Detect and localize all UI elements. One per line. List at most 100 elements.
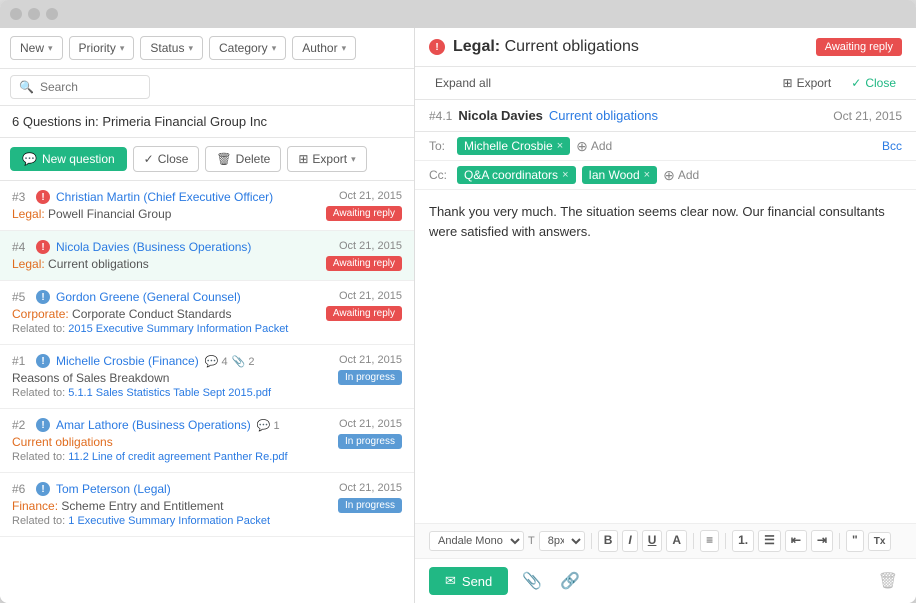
add-to-button[interactable]: ⊕ Add: [576, 138, 612, 155]
q-date-6: Oct 21, 2015: [339, 482, 402, 494]
check-icon: ✓: [144, 152, 154, 166]
status-filter-btn[interactable]: Status ▾: [140, 36, 203, 60]
category-filter-btn[interactable]: Category ▾: [209, 36, 286, 60]
attach-button[interactable]: 📎: [518, 567, 546, 595]
indent-left-button[interactable]: ⇤: [785, 530, 807, 552]
bold-button[interactable]: B: [598, 530, 619, 552]
q-topic-1: Reasons of Sales Breakdown: [12, 371, 169, 385]
q-author-6: Tom Peterson (Legal): [56, 482, 171, 496]
author-filter-btn[interactable]: Author ▾: [292, 36, 356, 60]
q-topic-3: Legal: Powell Financial Group: [12, 207, 171, 221]
font-family-select[interactable]: Andale Mono: [429, 531, 524, 551]
align-button[interactable]: ≡: [700, 530, 719, 552]
rp-title-text: Legal: Current obligations: [453, 38, 639, 56]
main-content: New ▾ Priority ▾ Status ▾ Category ▾ Aut…: [0, 28, 916, 603]
rp-toolbar-right: ⊞ Export ✓ Close: [777, 73, 903, 93]
add-cc-button[interactable]: ⊕ Add: [663, 167, 699, 184]
rp-export-button[interactable]: ⊞ Export: [777, 73, 838, 93]
priority-icon-1: !: [36, 354, 50, 368]
new-question-button[interactable]: 💬 New question: [10, 147, 127, 171]
bcc-button[interactable]: Bcc: [882, 139, 902, 153]
msg-num: #4.1: [429, 109, 452, 123]
priority-icon-6: !: [36, 482, 50, 496]
q-author-1: Michelle Crosbie (Finance): [56, 354, 199, 368]
q-related-2: Related to: 11.2 Line of credit agreemen…: [12, 451, 402, 463]
priority-icon-4: !: [36, 240, 50, 254]
plus-icon: ⊕: [576, 138, 588, 155]
underline-button[interactable]: U: [642, 530, 663, 552]
rp-toolbar: Expand all ⊞ Export ✓ Close: [415, 67, 916, 100]
new-filter-btn[interactable]: New ▾: [10, 36, 63, 60]
compose-to-row: To: Michelle Crosbie × ⊕ Add Bcc: [415, 132, 916, 161]
search-input[interactable]: [40, 80, 141, 94]
msg-author-name: Nicola Davies: [458, 108, 543, 123]
question-item-4[interactable]: #4 ! Nicola Davies (Business Operations)…: [0, 231, 414, 281]
source-button[interactable]: Tx: [868, 532, 892, 551]
font-color-button[interactable]: A: [666, 530, 687, 552]
msg-date: Oct 21, 2015: [833, 109, 902, 123]
remove-qacoord-icon[interactable]: ×: [562, 169, 568, 181]
font-size-select[interactable]: 8px: [539, 531, 585, 551]
cc-label: Cc:: [429, 168, 451, 182]
divider-3: [725, 533, 726, 549]
q-author-2: Amar Lathore (Business Operations): [56, 418, 251, 432]
priority-chevron-icon: ▾: [120, 43, 125, 54]
divider-1: [591, 533, 592, 549]
rp-close-button[interactable]: ✓ Close: [845, 73, 902, 93]
q-date-4: Oct 21, 2015: [339, 240, 402, 252]
question-item-6[interactable]: #6 ! Tom Peterson (Legal) Oct 21, 2015 F…: [0, 473, 414, 537]
trash-icon: 🗑: [216, 152, 231, 166]
question-item-3[interactable]: #3 ! Christian Martin (Chief Executive O…: [0, 181, 414, 231]
close-action-button[interactable]: ✓ Close: [133, 146, 200, 172]
q-badge-5: Awaiting reply: [326, 306, 402, 321]
compose-body[interactable]: Thank you very much. The situation seems…: [415, 190, 916, 523]
delete-action-button[interactable]: 🗑 Delete: [205, 146, 281, 172]
italic-button[interactable]: I: [622, 530, 637, 552]
filter-toolbar: New ▾ Priority ▾ Status ▾ Category ▾ Aut…: [0, 28, 414, 69]
compose-cc-row: Cc: Q&A coordinators × Ian Wood × ⊕ Add: [415, 161, 916, 190]
traffic-light-min[interactable]: [28, 8, 40, 20]
right-panel: ! Legal: Current obligations Awaiting re…: [415, 28, 916, 603]
send-button[interactable]: ✉ Send: [429, 567, 508, 595]
link-button[interactable]: 🔗: [556, 567, 584, 595]
traffic-light-max[interactable]: [46, 8, 58, 20]
question-item-2[interactable]: #2 ! Amar Lathore (Business Operations) …: [0, 409, 414, 473]
q-num-6: #6: [12, 482, 30, 496]
rp-title: ! Legal: Current obligations: [429, 38, 639, 56]
recipient-michelle: Michelle Crosbie ×: [457, 137, 570, 155]
action-bar: 💬 New question ✓ Close 🗑 Delete ⊞ Export…: [0, 138, 414, 181]
indent-right-button[interactable]: ⇥: [811, 530, 833, 552]
remove-ianwood-icon[interactable]: ×: [644, 169, 650, 181]
msg-author-info: #4.1 Nicola Davies Current obligations: [429, 108, 658, 123]
chat-icon: 💬: [22, 152, 37, 166]
export-action-button[interactable]: ⊞ Export ▾: [287, 146, 366, 172]
q-num-1: #1: [12, 354, 30, 368]
message-header: #4.1 Nicola Davies Current obligations O…: [415, 100, 916, 132]
expand-all-button[interactable]: Expand all: [429, 73, 497, 93]
recipient-ianwood: Ian Wood ×: [582, 166, 658, 184]
rp-toolbar-left: Expand all: [429, 73, 497, 93]
priority-filter-btn[interactable]: Priority ▾: [69, 36, 135, 60]
title-bar: [0, 0, 916, 28]
remove-michelle-icon[interactable]: ×: [557, 140, 563, 152]
category-chevron-icon: ▾: [272, 43, 277, 54]
app-window: New ▾ Priority ▾ Status ▾ Category ▾ Aut…: [0, 0, 916, 603]
question-item-5[interactable]: #5 ! Gordon Greene (General Counsel) Oct…: [0, 281, 414, 345]
rp-check-icon: ✓: [851, 76, 861, 90]
traffic-light-close[interactable]: [10, 8, 22, 20]
blockquote-button[interactable]: ": [846, 530, 864, 552]
rp-exclaim-icon: !: [429, 39, 445, 55]
q-date-2: Oct 21, 2015: [339, 418, 402, 430]
compose-area: To: Michelle Crosbie × ⊕ Add Bcc Cc:: [415, 132, 916, 603]
unordered-list-button[interactable]: ☰: [758, 530, 781, 552]
export-icon: ⊞: [298, 152, 308, 166]
format-toolbar: Andale Mono T 8px B I U A ≡ 1. ☰: [415, 523, 916, 559]
ordered-list-button[interactable]: 1.: [732, 530, 754, 552]
q-related-5: Related to: 2015 Executive Summary Infor…: [12, 323, 402, 335]
discard-button[interactable]: 🗑: [874, 567, 902, 595]
recipient-qacoord: Q&A coordinators ×: [457, 166, 576, 184]
question-item-1[interactable]: #1 ! Michelle Crosbie (Finance) 💬 4 📎 2 …: [0, 345, 414, 409]
send-icon: ✉: [445, 573, 456, 589]
q-related-6: Related to: 1 Executive Summary Informat…: [12, 515, 402, 527]
to-label: To:: [429, 139, 451, 153]
